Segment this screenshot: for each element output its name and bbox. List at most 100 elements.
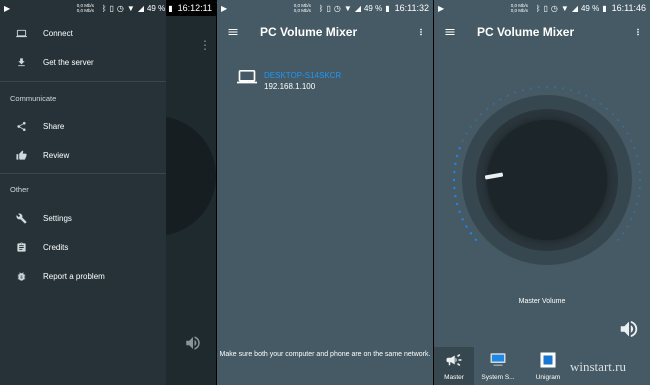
volume-dot	[638, 186, 641, 190]
network-speed: 0,0 Mb/s 0,0 Mb/s	[293, 3, 311, 13]
volume-dot	[458, 210, 461, 214]
volume-dot	[561, 87, 565, 90]
host-list-item[interactable]: DESKTOP-S14SKCR 192.168.1.100	[237, 70, 341, 91]
volume-dot	[486, 107, 489, 110]
volume-dot	[633, 210, 636, 214]
alarm-icon: ◷	[550, 3, 558, 13]
dial-knob[interactable]	[487, 120, 607, 240]
drawer-item-review[interactable]: Review	[0, 144, 166, 166]
clock: 16:11:32	[394, 3, 429, 13]
volume-dot	[474, 238, 477, 241]
status-bar: ▶ 0,0 Mb/s 0,0 Mb/s ᛒ ▯ ◷ ▼ ◢ 49 % ▮ 16:…	[0, 0, 216, 16]
thumb-up-icon	[0, 149, 43, 161]
unigram-icon	[526, 347, 570, 373]
overflow-menu-button[interactable]	[626, 27, 650, 37]
play-icon: ▶	[438, 3, 445, 13]
volume-dot	[454, 162, 457, 166]
network-speed: 0,0 Mb/s 0,0 Mb/s	[510, 3, 528, 13]
app-tab-label: System S...	[481, 374, 515, 381]
laptop-icon	[237, 70, 257, 90]
volume-dot	[605, 107, 608, 110]
share-icon	[0, 121, 43, 132]
volume-dot	[465, 225, 468, 228]
status-bar: ▶ 0,0 Mb/s 0,0 Mb/s ᛒ ▯ ◷ ▼ ◢ 49 % ▮ 16:…	[434, 0, 650, 16]
wifi-icon: ▼	[560, 3, 569, 13]
volume-dot	[506, 94, 509, 97]
bluetooth-icon: ᛒ	[535, 3, 541, 13]
app-tab-master[interactable]: Master	[434, 347, 474, 385]
host-ip: 192.168.1.100	[264, 82, 316, 91]
volume-dot	[638, 178, 642, 182]
signal-icon: ◢	[354, 3, 361, 13]
menu-button[interactable]	[217, 26, 249, 38]
page-title: PC Volume Mixer	[477, 25, 575, 39]
watermark: winstart.ru	[570, 359, 626, 374]
page-title: PC Volume Mixer	[260, 25, 358, 39]
drawer-item-label: Connect	[43, 28, 73, 38]
megaphone-icon	[434, 347, 474, 373]
drawer-item-share[interactable]: Share	[0, 115, 166, 137]
drawer-item-connect[interactable]: Connect	[0, 22, 166, 44]
volume-icon	[184, 334, 202, 357]
drawer-item-report-problem[interactable]: Report a problem	[0, 265, 166, 287]
background-app-dimmed: ⋮	[96, 16, 216, 385]
volume-dot	[513, 91, 517, 94]
volume-dot	[585, 94, 588, 97]
volume-dot	[480, 113, 483, 116]
volume-dot	[545, 85, 549, 89]
volume-dot	[461, 218, 464, 221]
volume-dot	[635, 202, 639, 206]
host-name: DESKTOP-S14SKCR	[264, 71, 342, 80]
drawer-item-label: Credits	[43, 242, 69, 252]
clock: 16:11:46	[611, 3, 646, 13]
volume-dot	[599, 102, 602, 106]
volume-dot	[611, 113, 614, 116]
bug-icon	[0, 271, 43, 282]
drawer-item-settings[interactable]: Settings	[0, 207, 166, 229]
network-hint: Make sure both your computer and phone a…	[219, 351, 431, 358]
volume-dot	[474, 119, 477, 122]
more-vert-icon	[420, 28, 422, 36]
vibrate-icon: ▯	[326, 3, 331, 13]
drawer-item-credits[interactable]: Credits	[0, 236, 166, 258]
drawer-item-label: Share	[43, 121, 65, 131]
drawer-item-label: Review	[43, 150, 70, 160]
clock: 16:12:11	[177, 3, 212, 13]
drawer-item-get-server[interactable]: Get the server	[0, 51, 166, 73]
app-tab-unigram[interactable]: Unigram	[526, 347, 570, 385]
menu-button[interactable]	[434, 26, 466, 38]
mute-button[interactable]	[618, 318, 642, 342]
dial-label: Master Volume	[518, 298, 566, 305]
clipboard-icon	[0, 241, 43, 253]
battery-percent: 49 %	[146, 3, 166, 13]
alarm-icon: ◷	[333, 3, 341, 13]
volume-dot	[469, 232, 473, 235]
app-tab-system-sounds[interactable]: System S...	[476, 347, 520, 385]
mixer-screen: ▶ 0,0 Mb/s 0,0 Mb/s ᛒ ▯ ◷ ▼ ◢ 49 % ▮ 16:…	[434, 0, 650, 385]
volume-dot	[638, 170, 641, 174]
volume-dot	[465, 132, 468, 135]
volume-dial[interactable]	[452, 85, 642, 265]
drawer-item-label: Report a problem	[43, 271, 105, 281]
screenshot-collage: ⋮ Connect Get the server Communicate Sha…	[0, 0, 650, 385]
volume-dot	[621, 232, 625, 235]
hamburger-icon	[445, 29, 455, 35]
bluetooth-icon: ᛒ	[318, 3, 324, 13]
more-vert-icon	[637, 28, 639, 36]
volume-dot	[637, 194, 640, 198]
volume-dot	[621, 125, 625, 128]
signal-icon: ◢	[137, 3, 144, 13]
app-toolbar: PC Volume Mixer	[434, 16, 650, 48]
more-icon: ⋮	[199, 38, 211, 52]
volume-icon	[620, 320, 638, 338]
volume-dot	[492, 102, 495, 106]
volume-dot	[592, 98, 595, 101]
wrench-icon	[0, 213, 43, 224]
play-icon: ▶	[221, 3, 228, 13]
volume-dot	[617, 238, 620, 241]
navigation-drawer: Connect Get the server Communicate Share…	[0, 0, 166, 385]
volume-dot	[461, 139, 464, 142]
volume-dot	[452, 178, 456, 182]
overflow-menu-button[interactable]	[409, 27, 433, 37]
volume-dot	[529, 87, 533, 90]
